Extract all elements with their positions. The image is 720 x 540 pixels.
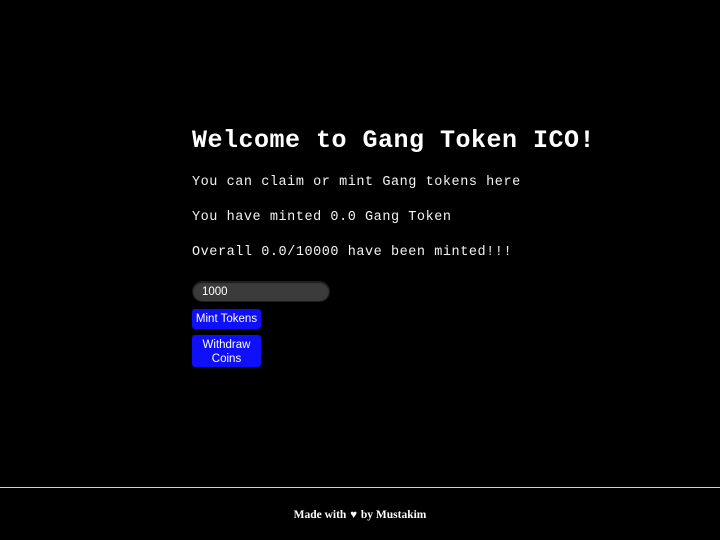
info-line-claim: You can claim or mint Gang tokens here — [192, 175, 521, 190]
heart-icon: ♥ — [350, 509, 358, 521]
mint-amount-input[interactable] — [192, 281, 330, 302]
footer-divider — [0, 487, 720, 488]
withdraw-coins-button-line-1: Withdraw — [202, 339, 251, 351]
footer-prefix: Made with — [293, 509, 350, 521]
footer: Made with ♥ by Mustakim — [0, 509, 720, 521]
mint-tokens-button[interactable]: Mint Tokens — [192, 309, 261, 329]
withdraw-coins-button[interactable]: Withdraw Coins — [192, 335, 261, 367]
info-line-user-minted: You have minted 0.0 Gang Token — [192, 210, 452, 225]
withdraw-coins-button-line-2: Coins — [211, 353, 242, 365]
page-title: Welcome to Gang Token ICO! — [192, 126, 596, 155]
info-line-overall-minted: Overall 0.0/10000 have been minted!!! — [192, 245, 513, 260]
footer-suffix: by Mustakim — [358, 509, 427, 521]
